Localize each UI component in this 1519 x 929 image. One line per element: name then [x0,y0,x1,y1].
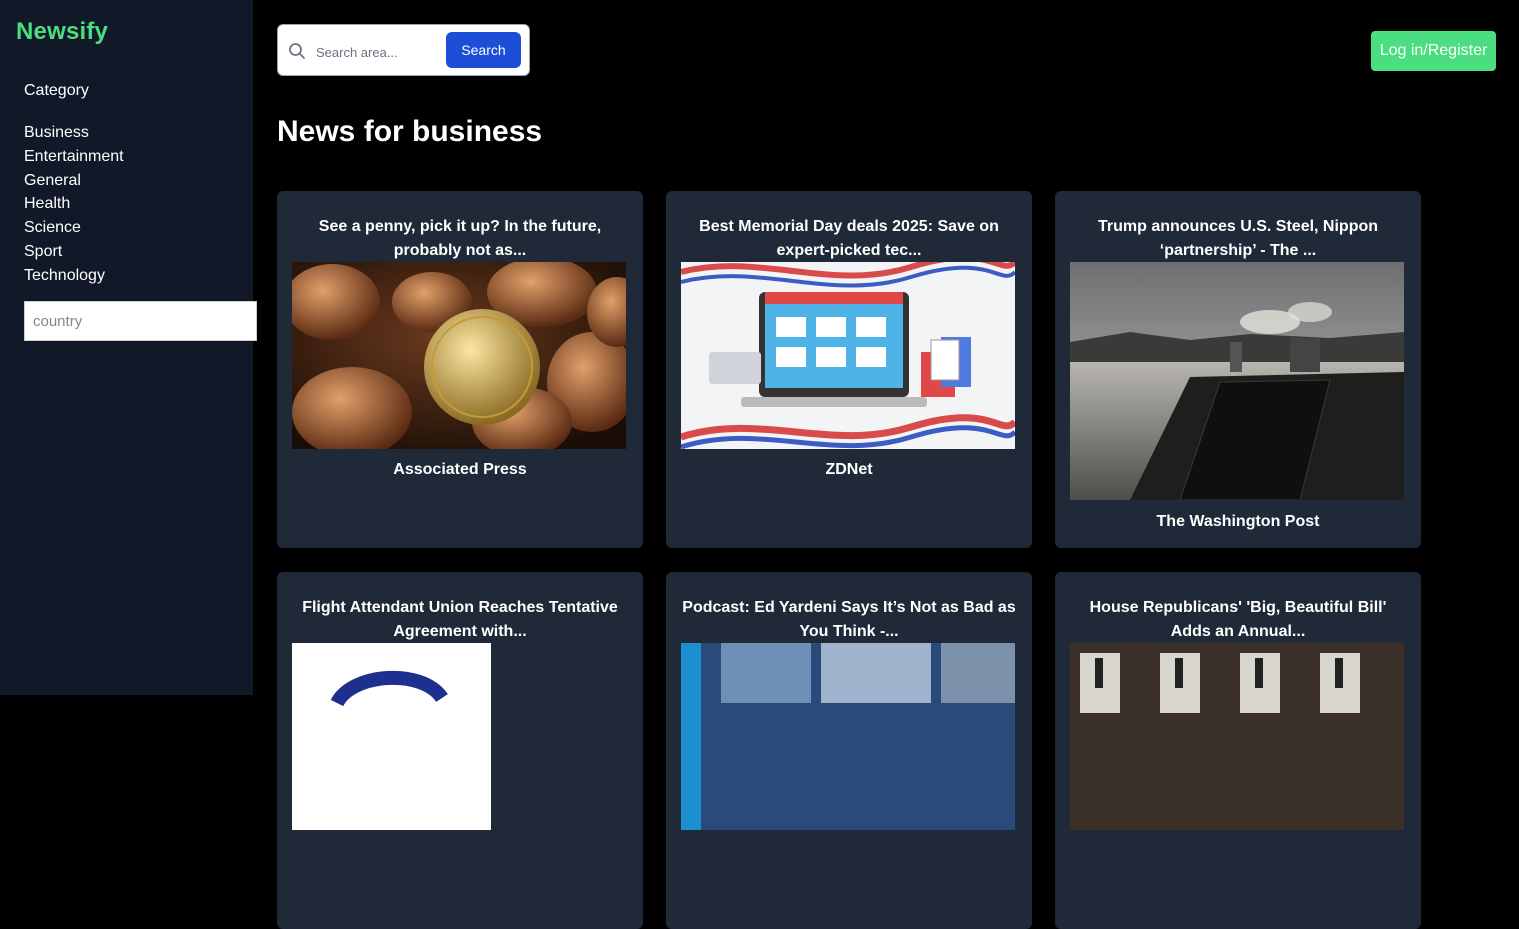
news-card[interactable]: Best Memorial Day deals 2025: Save on ex… [666,191,1032,548]
country-input[interactable] [24,301,257,341]
category-item-entertainment[interactable]: Entertainment [24,145,124,169]
category-item-general[interactable]: General [24,169,124,193]
news-card-title: Flight Attendant Union Reaches Tentative… [302,599,618,640]
news-card-image [681,262,1015,449]
category-item-science[interactable]: Science [24,216,124,240]
news-card-title: Best Memorial Day deals 2025: Save on ex… [699,218,999,259]
search-icon [288,42,306,60]
page-title: News for business [277,115,543,148]
brand-logo[interactable]: Newsify [16,18,108,46]
news-card-title: Trump announces U.S. Steel, Nippon ‘part… [1097,218,1379,259]
search-button[interactable]: Search [446,32,521,68]
news-card-title: Podcast: Ed Yardeni Says It’s Not as Bad… [682,599,1016,640]
sidebar: Newsify Category Business Entertainment … [0,0,257,695]
category-item-sport[interactable]: Sport [24,240,124,264]
news-card[interactable]: See a penny, pick it up? In the future, … [277,191,643,548]
category-item-technology[interactable]: Technology [24,264,124,288]
news-card-source: ZDNet [825,461,873,478]
news-card[interactable]: Trump announces U.S. Steel, Nippon ‘part… [1055,191,1421,548]
news-card-image [681,643,1015,830]
news-card-source: Associated Press [393,461,527,478]
news-card-source: The Washington Post [1156,513,1320,530]
news-card-image [292,262,626,449]
news-card[interactable]: Podcast: Ed Yardeni Says It’s Not as Bad… [666,572,1032,929]
category-list: Business Entertainment General Health Sc… [24,121,124,288]
search-input[interactable] [314,39,438,65]
news-card-title: See a penny, pick it up? In the future, … [318,218,602,259]
news-card-title: House Republicans' 'Big, Beautiful Bill'… [1089,599,1387,640]
category-item-business[interactable]: Business [24,121,124,145]
news-card-image [292,643,491,830]
news-card[interactable]: Flight Attendant Union Reaches Tentative… [277,572,643,929]
news-card[interactable]: House Republicans' 'Big, Beautiful Bill'… [1055,572,1421,929]
news-card-image [1070,643,1404,830]
category-heading: Category [24,82,89,99]
search-bar: Search [277,24,530,76]
news-card-image [1070,262,1404,500]
category-item-health[interactable]: Health [24,192,124,216]
login-register-button[interactable]: Log in/Register [1371,31,1496,71]
